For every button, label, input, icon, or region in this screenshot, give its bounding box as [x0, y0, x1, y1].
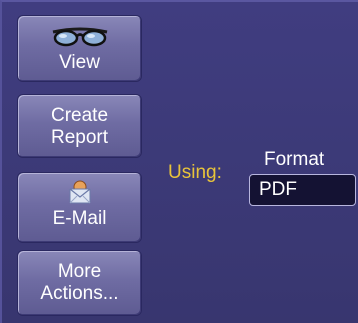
more-actions-label-line1: More [57, 261, 102, 282]
envelope-icon [69, 180, 90, 204]
more-actions-button[interactable]: More Actions... [17, 250, 142, 316]
email-button[interactable]: E-Mail [17, 172, 142, 243]
view-button-label: View [59, 52, 100, 73]
format-label: Format [264, 149, 325, 170]
create-report-label-line2: Report [50, 127, 109, 148]
view-button[interactable]: View [17, 15, 142, 82]
create-report-label-line1: Create [50, 105, 109, 126]
create-report-button[interactable]: Create Report [17, 94, 142, 158]
email-button-label: E-Mail [52, 208, 107, 229]
using-label: Using: [168, 162, 222, 183]
format-select[interactable]: PDF [249, 174, 356, 206]
actions-panel: View Create Report E-Mail More Actions..… [0, 0, 358, 323]
more-actions-label-line2: Actions... [40, 283, 119, 304]
glasses-icon [52, 27, 107, 47]
